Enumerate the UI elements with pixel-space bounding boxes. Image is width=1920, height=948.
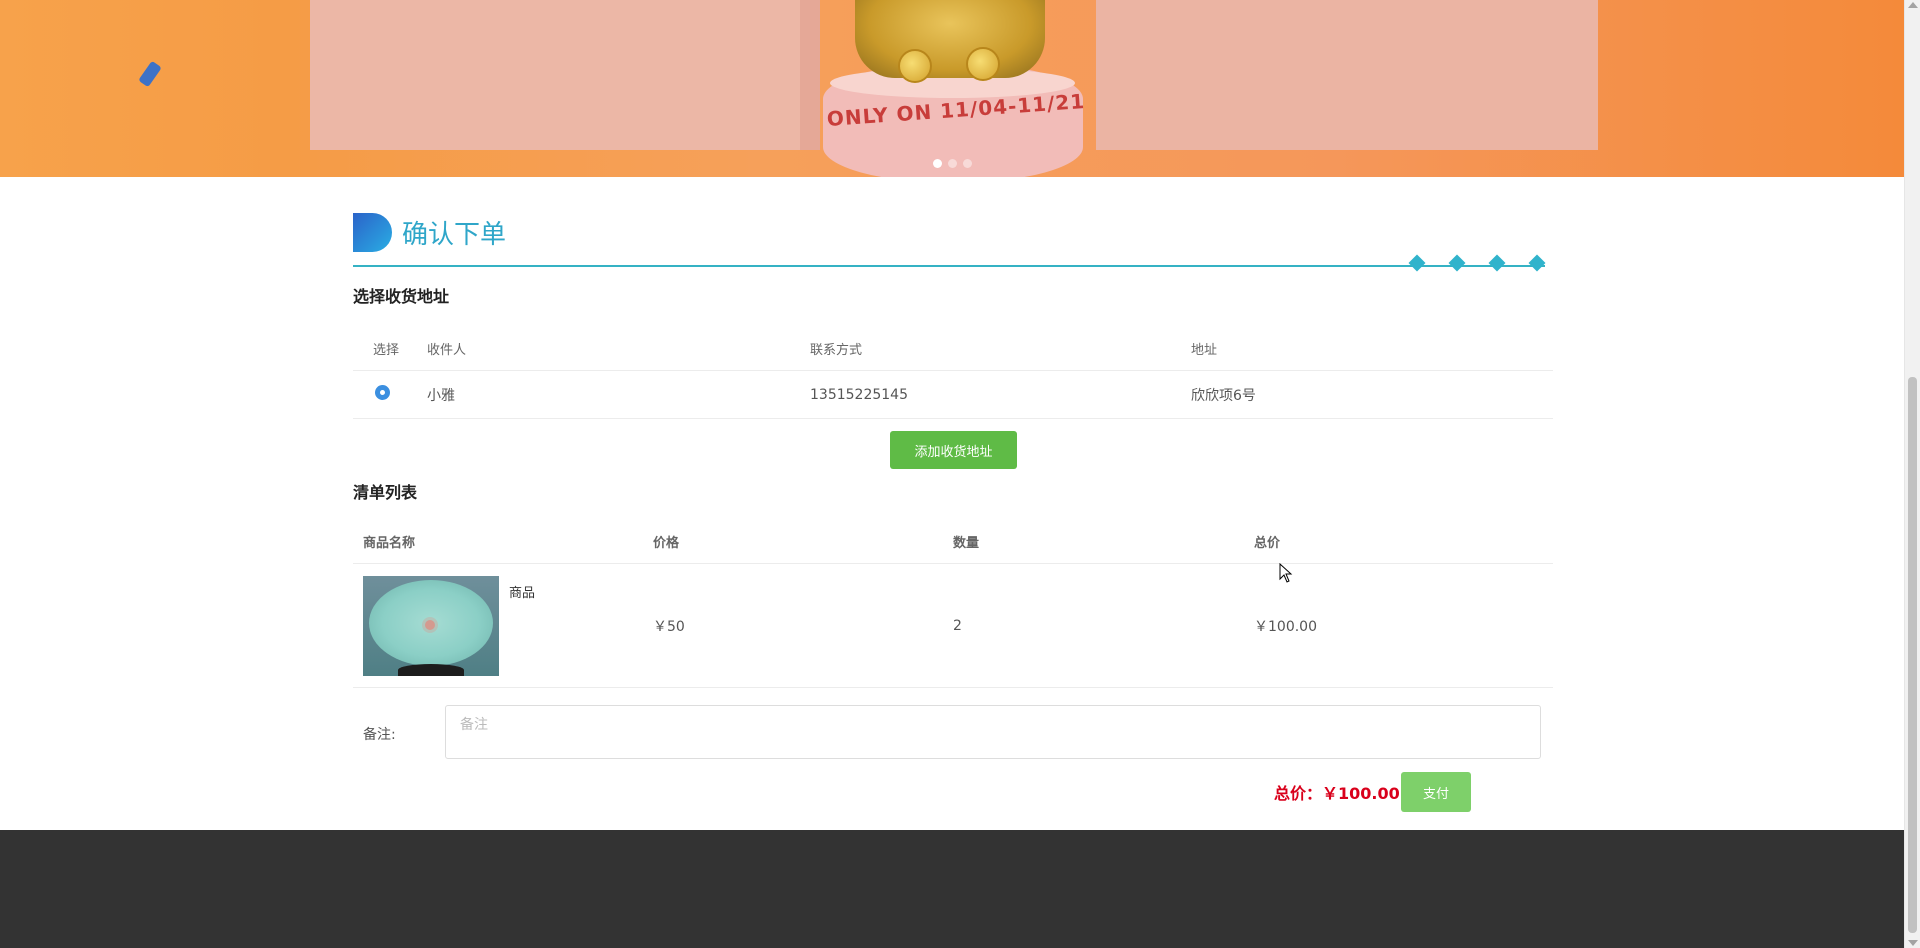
- scroll-down-arrow-icon[interactable]: [1908, 940, 1918, 946]
- column-header-recipient: 收件人: [427, 343, 467, 358]
- order-list-header: 商品名称 价格 数量 总价: [353, 520, 1553, 564]
- address-heading: 选择收货地址: [353, 287, 450, 306]
- page-title-bar: 确认下单: [353, 212, 506, 252]
- column-header-price: 价格: [653, 536, 680, 551]
- product-image[interactable]: [363, 575, 499, 676]
- column-header-select: 选择: [373, 343, 400, 358]
- banner-box-left: [310, 0, 820, 150]
- diamond-icon: [1488, 254, 1506, 272]
- vertical-scrollbar[interactable]: [1904, 0, 1920, 948]
- product-quantity: 2: [953, 617, 962, 634]
- order-total: 总价：￥100.00: [1274, 784, 1400, 803]
- product-subtotal: ￥100.00: [1254, 618, 1317, 635]
- page-footer: [0, 830, 1904, 948]
- promo-banner[interactable]: ONLY ON 11/04-11/21: [0, 0, 1904, 177]
- pay-button[interactable]: 支付: [1401, 772, 1471, 812]
- order-list-row: 商品 ￥50 2 ￥100.00: [353, 564, 1553, 688]
- banner-box-edge: [800, 0, 820, 150]
- title-divider: [353, 265, 1545, 267]
- title-badge-icon: [353, 212, 392, 252]
- column-header-address: 地址: [1191, 343, 1218, 358]
- product-price: ￥50: [653, 618, 685, 635]
- address-table: 选择 收件人 联系方式 地址 小雅 13515225145 欣欣项6号: [353, 327, 1553, 419]
- column-header-phone: 联系方式: [810, 343, 863, 358]
- order-list-table: 商品名称 价格 数量 总价 商品 ￥50 2 ￥100.00: [353, 520, 1553, 688]
- carousel-dot-1[interactable]: [933, 159, 942, 168]
- diamond-icon: [1408, 254, 1426, 272]
- remark-label: 备注:: [363, 727, 396, 743]
- address-text: 欣欣项6号: [1191, 387, 1256, 404]
- address-phone: 13515225145: [810, 386, 908, 403]
- column-header-total: 总价: [1254, 536, 1281, 551]
- carousel-dot-2[interactable]: [948, 159, 957, 168]
- address-recipient: 小雅: [427, 387, 455, 404]
- banner-box-right: [1096, 0, 1598, 150]
- column-header-product: 商品名称: [363, 536, 416, 551]
- plate-flower: [425, 619, 435, 630]
- diamond-icon: [1528, 254, 1546, 272]
- product-cell: 商品: [353, 575, 653, 676]
- page-title: 确认下单: [402, 219, 507, 250]
- plate-stand: [398, 663, 464, 676]
- address-select-cell: [353, 385, 427, 404]
- diamond-icon: [1448, 254, 1466, 272]
- column-header-quantity: 数量: [953, 536, 980, 551]
- scroll-up-arrow-icon[interactable]: [1908, 2, 1918, 8]
- title-decoration: [1408, 254, 1546, 272]
- scrollbar-thumb[interactable]: [1908, 377, 1917, 933]
- address-row[interactable]: 小雅 13515225145 欣欣项6号: [353, 371, 1553, 419]
- address-radio[interactable]: [375, 385, 390, 400]
- remark-input[interactable]: [445, 705, 1541, 759]
- address-table-header: 选择 收件人 联系方式 地址: [353, 327, 1553, 371]
- product-name[interactable]: 商品: [509, 582, 535, 601]
- banner-candy-icon: [138, 60, 162, 88]
- add-address-button[interactable]: 添加收货地址: [890, 431, 1017, 469]
- list-heading: 清单列表: [353, 483, 418, 502]
- banner-gold-product: [855, 0, 1045, 78]
- carousel-dot-3[interactable]: [963, 159, 972, 168]
- banner-coin-icon: [966, 47, 1000, 81]
- banner-coin-icon: [898, 49, 932, 83]
- carousel-indicators: [933, 159, 972, 168]
